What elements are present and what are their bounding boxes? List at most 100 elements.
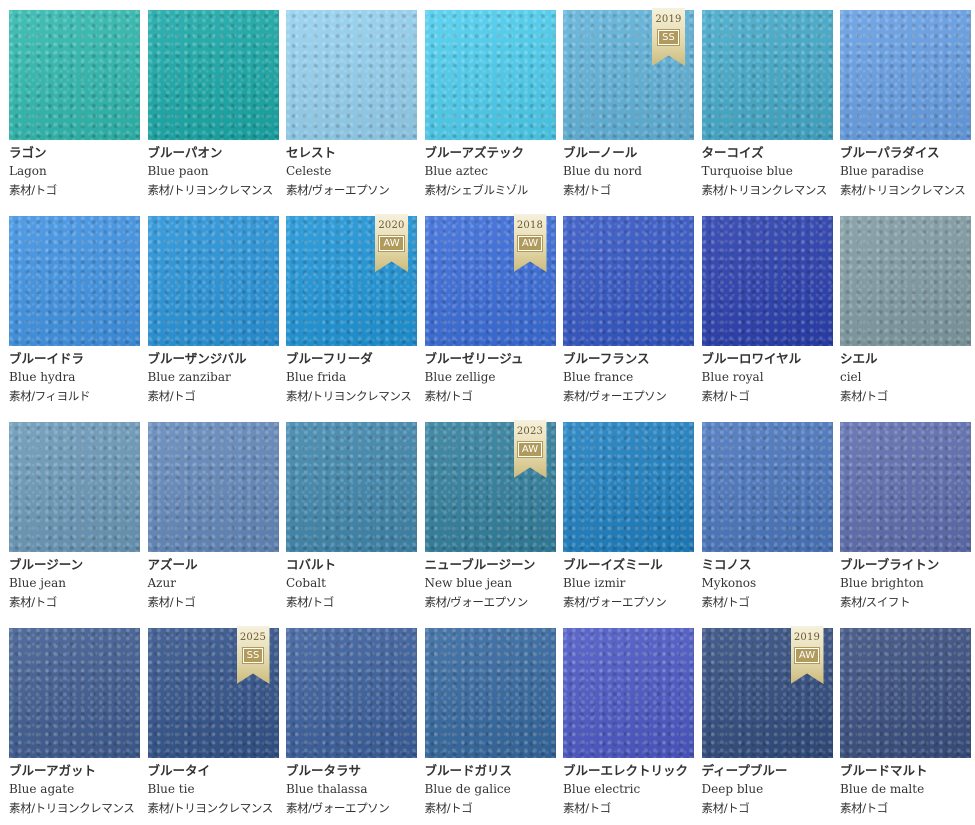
color-name-japanese: ブルータラサ xyxy=(286,763,362,778)
color-swatch-card[interactable]: ブルーアズテック Blue aztec 素材/シェブルミゾル xyxy=(424,10,556,204)
color-swatch-card[interactable]: ニューブルージーン New blue jean 素材/ヴォーエプソン 2023 … xyxy=(424,420,556,616)
color-name-english: Blue de galice xyxy=(424,782,511,796)
color-swatch-card[interactable]: ブルーイズミール Blue izmir 素材/ヴォーエプソン xyxy=(563,422,694,616)
badge-season: AW xyxy=(516,441,544,458)
color-swatch-card[interactable]: ブルードガリス Blue de galice 素材/トゴ xyxy=(424,628,556,822)
badge-year: 2023 xyxy=(516,426,544,437)
color-name-english: Celeste xyxy=(286,164,332,178)
color-swatch-card[interactable]: ブルーパラダイス Blue paradise 素材/トリヨンクレマンス xyxy=(840,10,971,204)
color-name-english: Azur xyxy=(147,576,176,590)
leather-swatch-image[interactable] xyxy=(147,216,279,346)
leather-swatch-image[interactable] xyxy=(563,628,694,758)
leather-swatch-image[interactable] xyxy=(147,422,279,552)
material-label: 素材/トゴ xyxy=(147,595,196,609)
color-name-english: Blue royal xyxy=(701,370,764,384)
color-swatch-card[interactable]: ディープブルー Deep blue 素材/トゴ 2019 AW xyxy=(701,626,833,822)
color-name-japanese: コバルト xyxy=(286,557,337,572)
material-label: 素材/トゴ xyxy=(701,389,750,403)
color-name-japanese: ブルーノール xyxy=(563,145,638,160)
material-label: 素材/シェブルミゾル xyxy=(424,183,529,197)
color-name-japanese: ブルーザンジバル xyxy=(147,351,247,366)
color-swatch-card[interactable]: アズール Azur 素材/トゴ xyxy=(147,422,279,616)
color-name-english: Blue hydra xyxy=(9,370,76,384)
color-name-english: Mykonos xyxy=(701,576,757,590)
color-swatch-card[interactable]: ラゴン Lagon 素材/トゴ xyxy=(9,10,140,204)
color-name-japanese: ブルーアガット xyxy=(9,763,97,778)
color-swatch-card[interactable]: ブルーイドラ Blue hydra 素材/フィヨルド xyxy=(9,216,140,410)
color-swatch-card[interactable]: ブルーノール Blue du nord 素材/トゴ 2019 SS xyxy=(563,8,694,204)
color-name-japanese: ブルーエレクトリック xyxy=(563,763,689,778)
material-label: 素材/トゴ xyxy=(424,801,473,815)
leather-swatch-image[interactable] xyxy=(9,10,140,140)
leather-swatch-image[interactable] xyxy=(840,422,971,552)
badge-season: SS xyxy=(241,647,265,664)
leather-swatch-image[interactable] xyxy=(840,216,971,346)
leather-swatch-image[interactable] xyxy=(701,10,833,140)
leather-swatch-image[interactable] xyxy=(286,10,417,140)
color-name-japanese: ラゴン xyxy=(9,145,47,160)
color-swatch-card[interactable]: ブルーザンジバル Blue zanzibar 素材/トゴ xyxy=(147,216,279,410)
color-swatch-card[interactable]: ブルーブライトン Blue brighton 素材/スイフト xyxy=(840,422,971,616)
leather-swatch-image[interactable] xyxy=(286,628,417,758)
badge-year: 2018 xyxy=(516,220,544,231)
color-swatch-card[interactable]: コバルト Cobalt 素材/トゴ xyxy=(286,422,417,616)
color-name-english: Cobalt xyxy=(286,576,326,590)
color-name-english: ciel xyxy=(840,370,862,384)
leather-swatch-image[interactable] xyxy=(9,422,140,552)
color-name-japanese: ブルータイ xyxy=(147,763,211,778)
badge-year: 2020 xyxy=(378,220,405,231)
color-name-japanese: ミコノス xyxy=(701,557,752,572)
color-swatch-card[interactable]: ブルーロワイヤル Blue royal 素材/トゴ xyxy=(701,216,833,410)
material-label: 素材/トリヨンクレマンス xyxy=(147,183,274,197)
color-name-japanese: ブルードガリス xyxy=(424,763,513,778)
leather-swatch-image[interactable] xyxy=(424,10,556,140)
color-name-english: Blue tie xyxy=(147,782,195,796)
color-swatch-card[interactable]: ブルータイ Blue tie 素材/トリヨンクレマンス 2025 SS xyxy=(147,626,279,822)
color-swatch-card[interactable]: ブルーアガット Blue agate 素材/トリヨンクレマンス xyxy=(9,628,140,822)
leather-swatch-image[interactable] xyxy=(9,216,140,346)
color-swatch-card[interactable]: ターコイズ Turquoise blue 素材/トリヨンクレマンス xyxy=(701,10,833,204)
badge-year: 2019 xyxy=(793,632,821,643)
leather-swatch-image[interactable] xyxy=(840,10,971,140)
color-name-japanese: ニューブルージーン xyxy=(424,557,536,572)
color-name-english: Blue de malte xyxy=(840,782,925,796)
material-label: 素材/トゴ xyxy=(840,389,888,403)
leather-swatch-image[interactable] xyxy=(147,10,279,140)
material-label: 素材/ヴォーエプソン xyxy=(286,183,390,197)
material-label: 素材/トリヨンクレマンス xyxy=(286,389,412,403)
color-swatch-card[interactable]: ブルーフランス Blue france 素材/ヴォーエプソン xyxy=(563,216,694,410)
leather-swatch-image[interactable] xyxy=(563,422,694,552)
color-name-english: Blue france xyxy=(563,370,634,384)
color-swatch-card[interactable]: ブルーゼリージュ Blue zellige 素材/トゴ 2018 AW xyxy=(424,214,556,410)
color-name-japanese: ブルーフランス xyxy=(563,351,650,366)
color-swatch-card[interactable]: ブルーフリーダ Blue frida 素材/トリヨンクレマンス 2020 AW xyxy=(286,214,417,410)
color-swatch-card[interactable]: ミコノス Mykonos 素材/トゴ xyxy=(701,422,833,616)
color-swatch-card[interactable]: ブルードマルト Blue de malte 素材/トゴ xyxy=(840,628,971,822)
color-name-english: Blue du nord xyxy=(563,164,642,178)
color-name-english: Lagon xyxy=(9,164,47,178)
color-name-japanese: ブルーフリーダ xyxy=(286,351,373,366)
color-swatch-card[interactable]: ブルーパオン Blue paon 素材/トリヨンクレマンス xyxy=(147,10,279,204)
material-label: 素材/トリヨンクレマンス xyxy=(840,183,966,197)
material-label: 素材/トゴ xyxy=(147,389,196,403)
color-name-japanese: ブルーパオン xyxy=(147,145,223,160)
material-label: 素材/トゴ xyxy=(701,801,750,815)
color-swatch-card[interactable]: ブルータラサ Blue thalassa 素材/ヴォーエプソン xyxy=(286,628,417,822)
material-label: 素材/ヴォーエプソン xyxy=(424,595,529,609)
color-swatch-card[interactable]: ブルーエレクトリック Blue electric 素材/トゴ xyxy=(563,628,694,822)
leather-swatch-image[interactable] xyxy=(701,422,833,552)
leather-swatch-image[interactable] xyxy=(701,216,833,346)
color-name-japanese: ブルーブライトン xyxy=(840,557,940,572)
color-name-japanese: ブルードマルト xyxy=(840,763,928,778)
color-swatch-card[interactable]: セレスト Celeste 素材/ヴォーエプソン xyxy=(286,10,417,204)
color-swatch-grid: ラゴン Lagon 素材/トゴ ブルーパオン Blue paon 素材/トリヨン… xyxy=(0,0,975,825)
leather-swatch-image[interactable] xyxy=(9,628,140,758)
leather-swatch-image[interactable] xyxy=(424,628,556,758)
leather-swatch-image[interactable] xyxy=(286,422,417,552)
leather-swatch-image[interactable] xyxy=(563,216,694,346)
color-swatch-card[interactable]: ブルージーン Blue jean 素材/トゴ xyxy=(9,422,140,616)
leather-swatch-image[interactable] xyxy=(840,628,971,758)
material-label: 素材/ヴォーエプソン xyxy=(563,389,667,403)
material-label: 素材/トゴ xyxy=(563,183,611,197)
color-swatch-card[interactable]: シエル ciel 素材/トゴ xyxy=(840,216,971,410)
